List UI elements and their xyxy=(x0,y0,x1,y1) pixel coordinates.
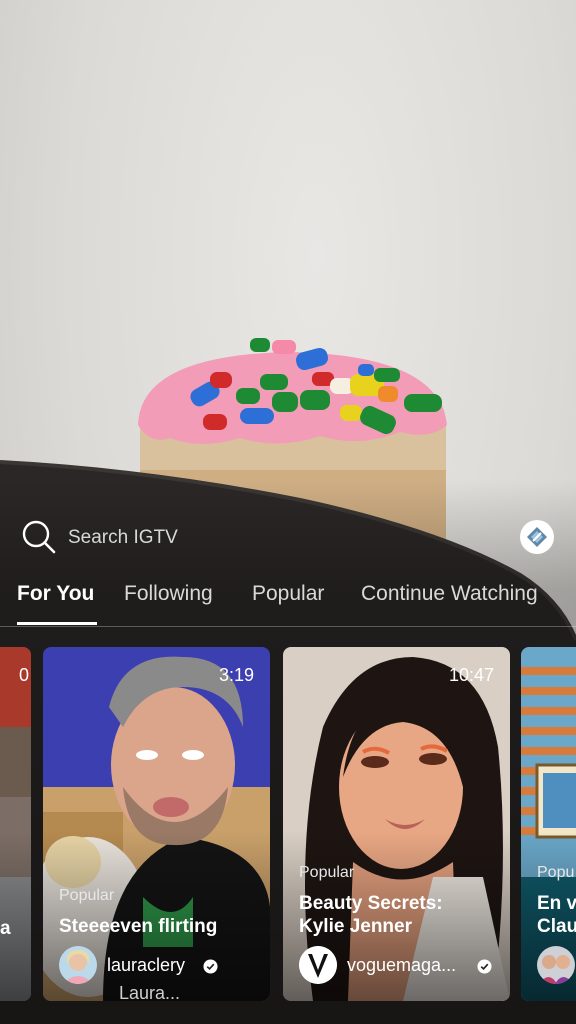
avatar[interactable] xyxy=(537,946,575,984)
caption-overlay-text: Laura... xyxy=(119,983,181,1001)
tab-following[interactable]: Following xyxy=(124,582,213,606)
avatar[interactable] xyxy=(59,946,97,984)
verified-badge-icon xyxy=(477,959,492,974)
active-tab-indicator xyxy=(17,622,97,625)
avatar[interactable] xyxy=(299,946,337,984)
video-title: a xyxy=(0,918,11,939)
video-duration: 0 xyxy=(18,665,29,685)
tab-popular[interactable]: Popular xyxy=(252,582,324,606)
search-bar xyxy=(0,516,576,560)
video-category: Popular xyxy=(299,864,355,881)
video-card-kylie[interactable]: 10:47 Popular Beauty Secrets: Kylie Jenn… xyxy=(283,647,510,1001)
video-card[interactable]: Popu En v Clau xyxy=(521,647,576,1001)
video-title-line2: Clau xyxy=(537,916,576,937)
tab-for-you[interactable]: For You xyxy=(17,582,94,606)
video-duration: 10:47 xyxy=(448,665,494,685)
video-category: Popular xyxy=(59,887,115,904)
video-category: Popu xyxy=(537,864,575,881)
channel-name[interactable]: voguemaga... xyxy=(347,955,456,976)
video-title: Steeeeven flirting xyxy=(59,916,218,937)
video-title-line1: En v xyxy=(537,893,576,914)
verified-badge-icon xyxy=(203,959,218,974)
igtv-profile-button[interactable] xyxy=(520,520,554,554)
tab-continue-watching[interactable]: Continue Watching xyxy=(361,582,538,606)
video-card[interactable]: 0 a xyxy=(0,647,31,1001)
video-duration: 3:19 xyxy=(218,665,254,685)
video-title-line1: Beauty Secrets: xyxy=(299,893,443,914)
video-title-line2: Kylie Jenner xyxy=(299,916,412,937)
igtv-profile-icon xyxy=(527,527,547,547)
search-icon[interactable] xyxy=(20,518,56,554)
channel-name[interactable]: lauraclery xyxy=(107,955,185,976)
tab-bar: For You Following Popular Continue Watch… xyxy=(0,572,576,627)
card-gradient xyxy=(0,831,31,1001)
search-input[interactable] xyxy=(68,525,368,551)
video-card-steeeeven[interactable]: 3:19 Popular Steeeeven flirting lauracle… xyxy=(43,647,270,1001)
